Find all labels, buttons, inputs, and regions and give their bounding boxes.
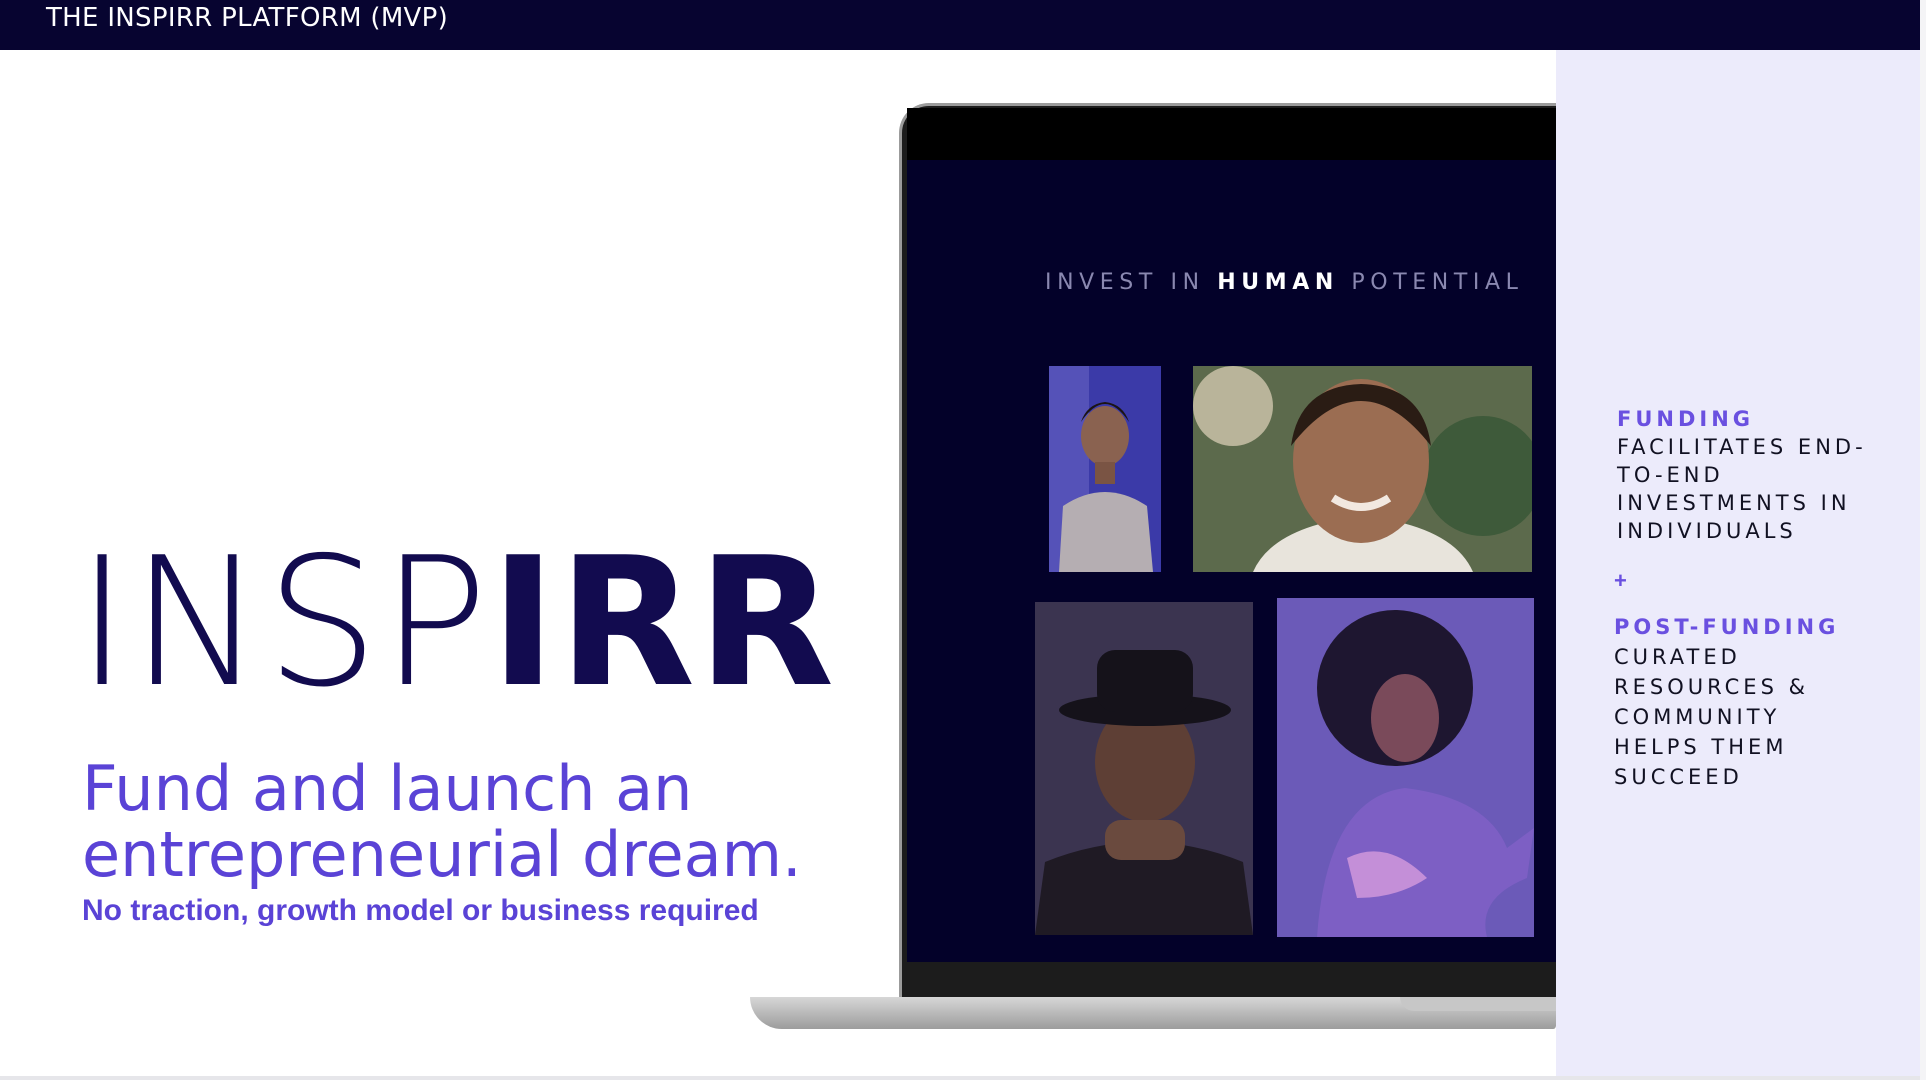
- post-funding-block: POST-FUNDING CURATED RESOURCES & COMMUNI…: [1614, 612, 1864, 792]
- plus-separator: +: [1614, 568, 1627, 593]
- brand-light: INSP: [76, 519, 490, 726]
- brand-bold: IRR: [489, 519, 837, 726]
- portrait-photo-woman: [1193, 366, 1532, 572]
- funding-text: FACILITATES END-TO-END INVESTMENTS IN IN…: [1617, 435, 1867, 543]
- screen-heading-post: POTENTIAL: [1338, 270, 1524, 295]
- funding-label: FUNDING: [1617, 407, 1755, 431]
- portrait-photo-man: [1049, 366, 1161, 572]
- laptop-bezel: [907, 108, 1556, 160]
- screen-heading-pre: INVEST IN: [1045, 270, 1218, 295]
- portrait-photo-hat: [1035, 602, 1253, 935]
- bottom-divider: [0, 1076, 1926, 1080]
- post-funding-label: POST-FUNDING: [1614, 615, 1840, 639]
- laptop-screen: INVEST IN HUMAN POTENTIAL: [907, 160, 1556, 962]
- funding-block: FUNDING FACILITATES END-TO-END INVESTMEN…: [1617, 405, 1907, 545]
- screen-heading: INVEST IN HUMAN POTENTIAL: [1045, 270, 1523, 295]
- post-funding-text: CURATED RESOURCES & COMMUNITY HELPS THEM…: [1614, 645, 1809, 789]
- sub-tagline: No traction, growth model or business re…: [82, 894, 759, 927]
- brand-wordmark: INSPIRR: [76, 534, 836, 712]
- top-bar: THE INSPIRR PLATFORM (MVP): [0, 0, 1920, 50]
- portrait-photo-afro: [1277, 598, 1534, 937]
- right-edge: [1920, 0, 1926, 1080]
- tagline: Fund and launch an entrepreneurial dream…: [82, 752, 802, 891]
- slide-title: THE INSPIRR PLATFORM (MVP): [46, 3, 449, 33]
- info-panel: [1556, 50, 1920, 1077]
- screen-heading-strong: HUMAN: [1217, 270, 1339, 295]
- laptop-notch: [1400, 997, 1556, 1011]
